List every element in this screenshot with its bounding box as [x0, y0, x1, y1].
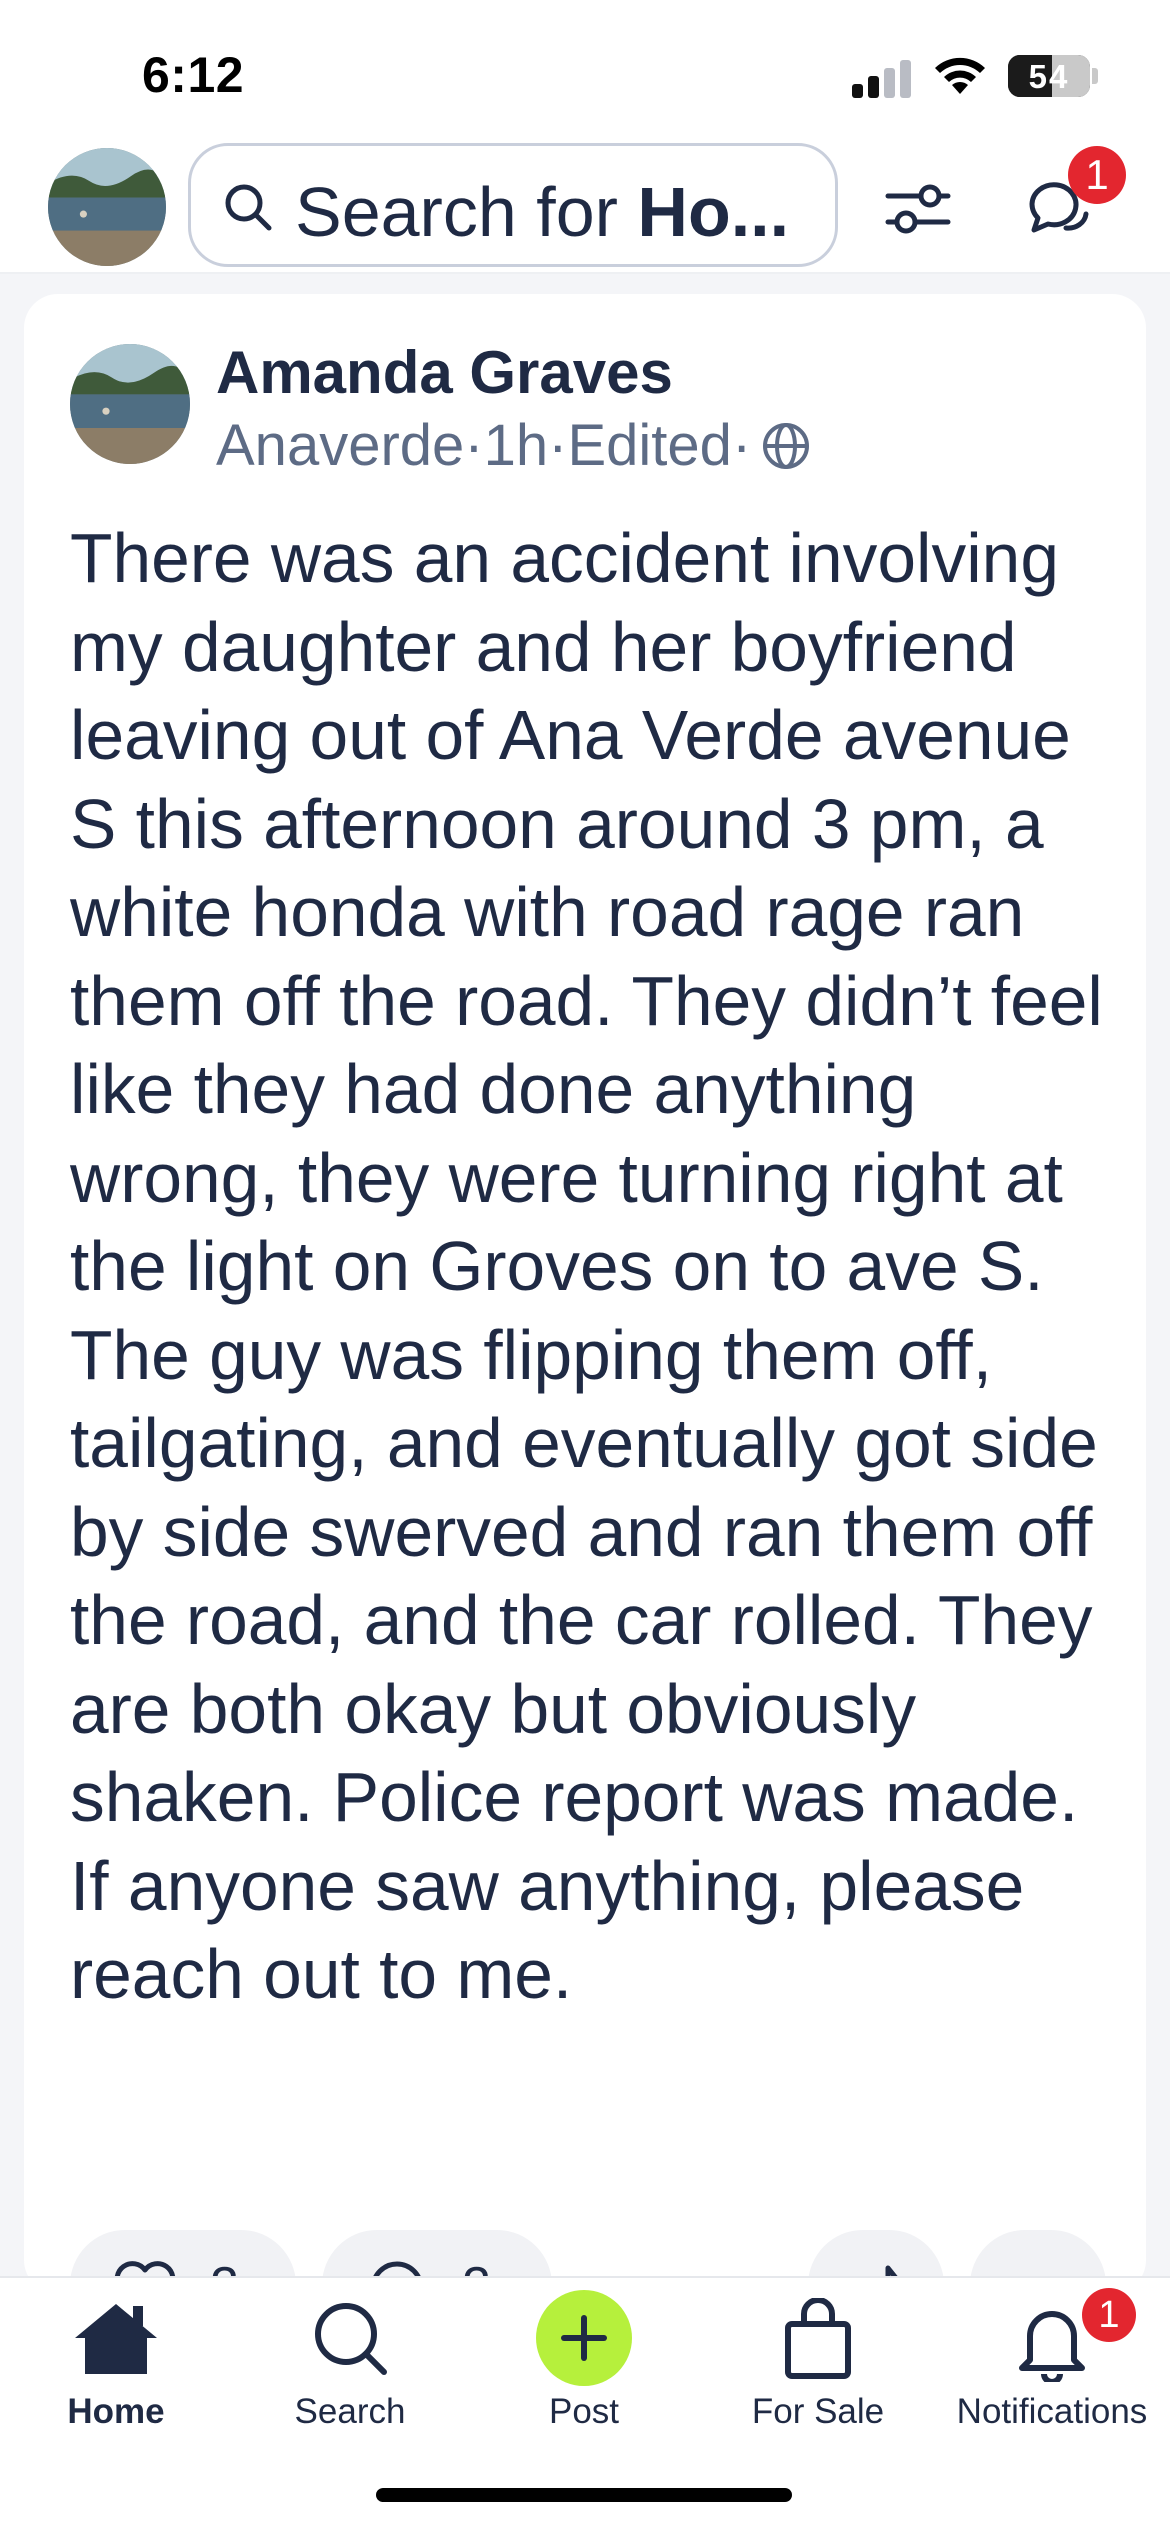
profile-avatar[interactable]	[48, 148, 166, 266]
plus-icon	[561, 2315, 607, 2361]
home-icon	[75, 2304, 157, 2374]
nav-notifications[interactable]: 1 Notifications	[942, 2278, 1162, 2478]
app-screen: 6:12 54 Search for Ho... 1 Amanda Graves…	[0, 0, 1170, 2532]
battery-icon: 54	[1008, 55, 1090, 97]
post-time: 1h	[483, 413, 549, 478]
wifi-icon	[935, 57, 985, 94]
meta-separator: ·	[464, 413, 484, 478]
author-avatar[interactable]	[70, 344, 190, 464]
notifications-badge: 1	[1082, 2288, 1136, 2342]
home-indicator[interactable]	[376, 2488, 792, 2502]
search-placeholder: Search for Ho...	[295, 173, 790, 251]
author-name[interactable]: Amanda Graves	[216, 338, 673, 407]
post-edited: Edited	[567, 413, 732, 478]
battery-cap	[1092, 68, 1098, 84]
post-neighborhood[interactable]: Anaverde	[216, 412, 464, 479]
nav-label-post: Post	[548, 2392, 620, 2431]
search-icon	[315, 2303, 387, 2375]
cellular-signal-icon	[852, 58, 912, 98]
post-body: There was an accident involving my daugh…	[70, 519, 1103, 2013]
filter-sliders-icon[interactable]	[878, 168, 958, 248]
post-card[interactable]: Amanda Graves Anaverde · 1h · Edited · T…	[24, 294, 1146, 2340]
post-meta: Anaverde · 1h · Edited ·	[216, 412, 813, 479]
nav-for-sale[interactable]: For Sale	[708, 2278, 928, 2478]
battery-percent: 54	[1028, 58, 1070, 95]
avatar-photo	[48, 148, 166, 266]
nav-label-for-sale: For Sale	[751, 2392, 885, 2431]
meta-separator: ·	[731, 413, 752, 478]
nav-home[interactable]: Home	[6, 2278, 226, 2478]
meta-separator: ·	[548, 413, 568, 478]
shopping-bag-icon	[785, 2298, 851, 2379]
nav-label-search: Search	[294, 2392, 406, 2431]
nav-search[interactable]: Search	[240, 2278, 460, 2478]
status-time: 6:12	[142, 47, 245, 103]
chat-badge: 1	[1068, 146, 1126, 204]
search-bar[interactable]: Search for Ho...	[188, 143, 838, 267]
nav-label-home: Home	[67, 2392, 165, 2431]
status-bar: 6:12 54	[0, 0, 1170, 140]
nav-label-notifications: Notifications	[956, 2392, 1148, 2431]
author-photo	[70, 344, 190, 464]
globe-icon	[763, 422, 810, 469]
nav-post[interactable]: Post	[474, 2278, 694, 2478]
search-icon	[225, 184, 272, 231]
top-app-bar: Search for Ho... 1	[0, 140, 1170, 274]
